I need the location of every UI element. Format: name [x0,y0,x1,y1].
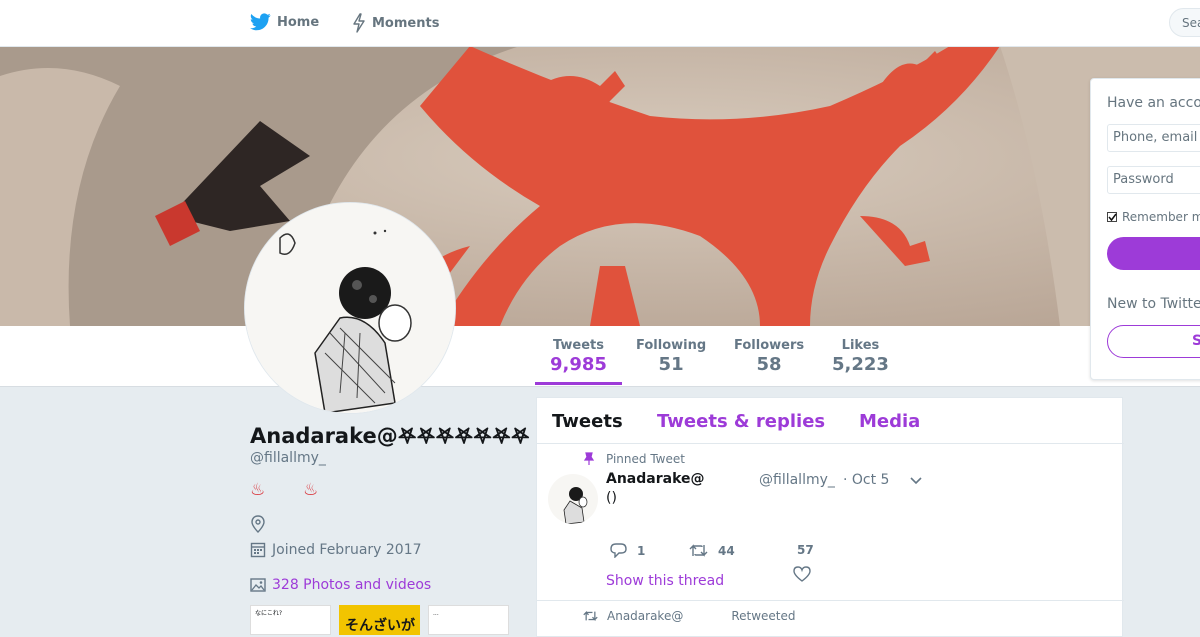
tweet-author-handle[interactable]: @fillallmy_ [759,472,835,488]
chevron-down-icon[interactable] [909,476,923,486]
like-count: 57 [797,543,814,557]
reply-count: 1 [637,543,646,558]
retweet-icon [689,544,708,557]
pin-icon [583,452,595,465]
heart-icon[interactable] [793,566,811,582]
media-thumbnail[interactable]: なにこれ? [250,605,331,635]
thumbnail-text: ... [433,610,439,617]
twitter-bird-icon [250,13,271,31]
nav-home-label: Home [277,14,320,30]
retweet-action[interactable]: 44 [689,543,735,558]
profile-location [250,515,272,533]
media-thumbnail[interactable]: そんざいが [339,605,420,635]
tweet-avatar-image [548,474,598,524]
search-input[interactable]: Sea [1169,8,1200,37]
stat-tweets-label: Tweets [552,338,604,353]
profile-joined: Joined February 2017 [250,541,422,558]
location-icon [251,515,265,533]
retweeter-name[interactable]: Anadarake@ [607,609,683,623]
image-icon [250,578,266,592]
password-input[interactable]: Password [1107,166,1200,194]
profile-name: Anadarake@𖤐𖤐𖤐𖤐𖤐𖤐𖤐 [250,424,530,448]
calendar-icon [250,542,266,558]
stat-tweets-value: 9,985 [550,354,607,375]
thumbnail-text: そんざいが [345,618,415,634]
timeline: Tweets Tweets & replies Media Pinned Twe… [536,397,1124,637]
remember-me[interactable]: Remember m [1107,210,1200,224]
top-navigation: Home Moments Sea [0,0,1200,47]
profile-banner[interactable] [0,46,1200,326]
thumbnail-text: なにこれ? [255,610,283,617]
phone-email-input[interactable]: Phone, email [1107,124,1200,152]
tweet-author-name[interactable]: Anadarake@ [606,471,705,487]
pinned-tweet-label: Pinned Tweet [606,452,685,466]
show-thread-link[interactable]: Show this thread [606,573,724,589]
login-button[interactable]: l [1107,237,1200,270]
timeline-tabs: Tweets Tweets & replies Media [537,398,1124,444]
stat-followers[interactable]: Followers 58 [734,338,804,375]
reply-icon [610,543,627,558]
reply-action[interactable]: 1 [610,543,645,558]
stat-likes-label: Likes [841,338,880,353]
remember-checkbox[interactable] [1107,212,1117,222]
stat-likes[interactable]: Likes 5,223 [832,338,889,375]
tab-media[interactable]: Media [859,411,920,432]
like-count-wrap: 57 [797,543,814,557]
stat-tweets[interactable]: Tweets 9,985 [535,338,622,385]
remember-label: Remember m [1122,210,1200,224]
tab-tweets-replies[interactable]: Tweets & replies [657,411,825,432]
nav-home[interactable]: Home [250,13,319,31]
tweet-avatar[interactable] [548,474,598,524]
photos-videos-link[interactable]: 328 Photos and videos [250,577,431,593]
stat-followers-label: Followers [734,338,805,353]
login-card: Have an acco Phone, email Password Remem… [1090,78,1200,380]
profile-handle[interactable]: @fillallmy_ [250,450,326,466]
profile-avatar[interactable] [245,203,455,413]
signup-button[interactable]: S [1107,325,1200,358]
joined-text: Joined February 2017 [272,541,422,558]
nav-moments[interactable]: Moments [352,13,439,33]
hot-springs-emoji: ♨ [303,480,319,500]
retweet-count: 44 [718,543,735,558]
photos-link-text: 328 Photos and videos [272,577,432,593]
tweet-timestamp[interactable]: · Oct 5 [843,472,889,488]
stat-following-label: Following [636,338,707,353]
tweet-divider [537,600,1124,601]
avatar-illustration [245,203,455,413]
new-to-twitter-label: New to Twitte [1107,296,1200,312]
check-icon [1108,213,1117,222]
retweet-icon [583,610,598,622]
stat-likes-value: 5,223 [832,354,889,375]
retweet-context: Anadarake@ Retweeted [583,609,796,623]
media-thumbnail[interactable]: ... [428,605,509,635]
tab-tweets[interactable]: Tweets [552,411,623,432]
stat-following[interactable]: Following 51 [636,338,706,375]
banner-image [0,46,1200,326]
nav-moments-label: Moments [372,15,440,31]
stat-following-value: 51 [658,354,684,375]
login-title: Have an acco [1107,95,1200,111]
hot-springs-emoji: ♨ [250,480,266,500]
lightning-icon [353,13,365,33]
stat-followers-value: 58 [756,354,782,375]
retweeted-label: Retweeted [731,609,796,623]
tweet-text: () [606,490,617,506]
